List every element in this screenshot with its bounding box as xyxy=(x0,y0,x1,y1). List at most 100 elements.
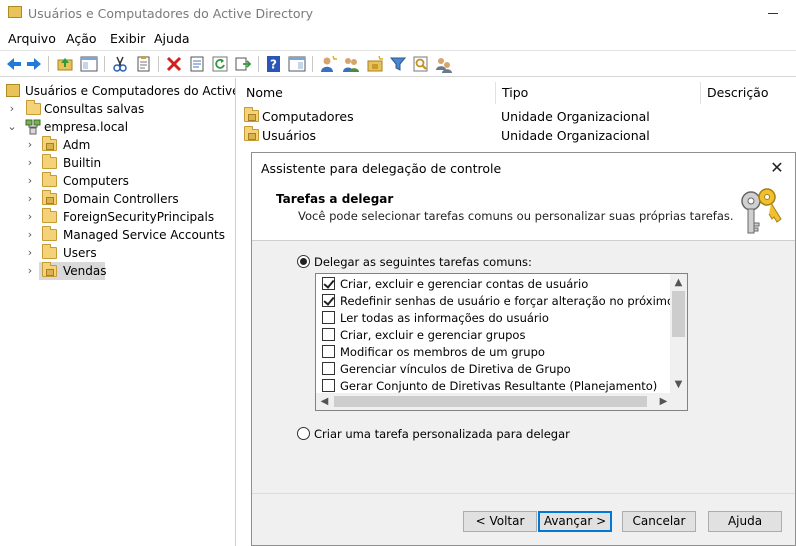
add-to-group-icon[interactable] xyxy=(435,55,453,73)
task-checkbox[interactable] xyxy=(322,345,335,358)
tree-item-managed-service-accounts[interactable]: › Managed Service Accounts xyxy=(24,226,234,244)
toolbar-separator xyxy=(258,56,259,72)
tree-item-foreign-security-principals[interactable]: › ForeignSecurityPrincipals xyxy=(24,208,229,226)
folder-icon xyxy=(42,244,57,259)
tree-item-label: Managed Service Accounts xyxy=(63,228,225,242)
menu-arquivo[interactable]: Arquivo xyxy=(8,31,56,46)
export-list-icon[interactable] xyxy=(234,55,252,73)
up-folder-icon[interactable] xyxy=(56,55,74,73)
task-checkbox[interactable] xyxy=(322,379,335,392)
close-button[interactable]: ✕ xyxy=(765,157,789,179)
help-icon[interactable]: ? xyxy=(265,55,283,73)
chevron-right-icon[interactable]: › xyxy=(6,103,18,115)
horizontal-scrollbar[interactable]: ◀ ▶ xyxy=(316,393,672,410)
chevron-right-icon[interactable]: › xyxy=(24,193,36,205)
scroll-up-arrow-icon[interactable]: ▲ xyxy=(670,274,687,291)
chevron-right-icon[interactable]: › xyxy=(24,139,36,151)
tree-root-item[interactable]: Usuários e Computadores do Active Dir xyxy=(6,82,236,100)
delete-icon[interactable] xyxy=(165,55,183,73)
show-pane-icon[interactable] xyxy=(288,55,306,73)
tree-item-users[interactable]: › Users xyxy=(24,244,224,262)
scrollbar-corner xyxy=(670,393,687,410)
menu-acao[interactable]: Ação xyxy=(66,31,97,46)
ou-folder-icon xyxy=(42,136,57,151)
delegation-wizard-dialog: Assistente para delegação de controle ✕ … xyxy=(251,152,796,546)
radio-common-tasks-label[interactable]: Delegar as seguintes tarefas comuns: xyxy=(314,255,532,269)
task-label: Gerar Conjunto de Diretivas Resultante (… xyxy=(340,379,658,393)
task-label: Criar, excluir e gerenciar contas de usu… xyxy=(340,277,589,291)
chevron-right-icon[interactable]: › xyxy=(24,247,36,259)
refresh-icon[interactable] xyxy=(211,55,229,73)
list-cell-name: Usuários xyxy=(262,128,317,143)
help-button[interactable]: Ajuda xyxy=(708,511,782,532)
find-icon[interactable] xyxy=(412,55,430,73)
scroll-down-arrow-icon[interactable]: ▼ xyxy=(670,376,687,393)
column-tipo[interactable]: Tipo xyxy=(496,82,701,104)
cancel-button[interactable]: Cancelar xyxy=(622,511,696,532)
new-group-icon[interactable] xyxy=(342,55,360,73)
chevron-right-icon[interactable]: › xyxy=(24,211,36,223)
tree-item-label: ForeignSecurityPrincipals xyxy=(63,210,215,224)
column-descricao[interactable]: Descrição xyxy=(701,82,796,104)
forward-arrow-icon[interactable] xyxy=(25,55,43,73)
toolbar: ? xyxy=(0,50,796,77)
back-button[interactable]: < Voltar xyxy=(463,511,537,532)
folder-icon xyxy=(26,100,41,115)
minimize-button[interactable] xyxy=(760,2,790,22)
folder-icon xyxy=(42,226,57,241)
chevron-right-icon[interactable]: › xyxy=(24,175,36,187)
menu-exibir[interactable]: Exibir xyxy=(110,31,145,46)
back-arrow-icon[interactable] xyxy=(5,55,23,73)
task-checkbox[interactable] xyxy=(322,362,335,375)
tree-item-domain[interactable]: ⌄ empresa.local xyxy=(6,118,226,136)
tree-item-label: Computers xyxy=(63,174,129,188)
dialog-title-bar: Assistente para delegação de controle ✕ xyxy=(252,153,795,183)
folder-icon xyxy=(42,154,57,169)
copy-icon[interactable] xyxy=(135,55,153,73)
console-tree[interactable]: Usuários e Computadores do Active Dir › … xyxy=(0,78,236,546)
list-cell-type: Unidade Organizacional xyxy=(501,128,650,143)
dialog-header: Tarefas a delegar Você pode selecionar t… xyxy=(252,183,795,241)
properties-icon[interactable] xyxy=(188,55,206,73)
radio-custom-task-label[interactable]: Criar uma tarefa personalizada para dele… xyxy=(314,427,570,441)
list-row[interactable]: Computadores Unidade Organizacional xyxy=(244,107,794,125)
tree-root-label: Usuários e Computadores do Active Dir xyxy=(25,84,236,98)
new-user-icon[interactable] xyxy=(319,55,337,73)
title-bar: Usuários e Computadores do Active Direct… xyxy=(0,0,796,28)
filter-icon[interactable] xyxy=(389,55,407,73)
ou-folder-icon xyxy=(244,107,259,122)
new-ou-icon[interactable] xyxy=(366,55,384,73)
vertical-scrollbar[interactable]: ▲ ▼ xyxy=(670,274,687,393)
tree-item-domain-controllers[interactable]: › Domain Controllers xyxy=(24,190,224,208)
task-checkbox[interactable] xyxy=(322,294,335,307)
chevron-down-icon[interactable]: ⌄ xyxy=(6,121,18,133)
keys-icon xyxy=(741,188,782,234)
list-row[interactable]: Usuários Unidade Organizacional xyxy=(244,126,794,144)
chevron-right-icon[interactable]: › xyxy=(24,157,36,169)
task-checkbox[interactable] xyxy=(322,328,335,341)
task-checkbox[interactable] xyxy=(322,277,335,290)
radio-custom-task[interactable] xyxy=(297,427,310,440)
tree-item-label: Consultas salvas xyxy=(44,102,145,116)
common-tasks-list[interactable]: Criar, excluir e gerenciar contas de usu… xyxy=(315,273,688,411)
scroll-thumb[interactable] xyxy=(334,396,647,407)
chevron-right-icon[interactable]: › xyxy=(24,229,36,241)
scroll-thumb[interactable] xyxy=(672,291,685,337)
tree-item-computers[interactable]: › Computers xyxy=(24,172,224,190)
scroll-left-arrow-icon[interactable]: ◀ xyxy=(316,393,333,410)
task-checkbox[interactable] xyxy=(322,311,335,324)
tree-item-adm[interactable]: › Adm xyxy=(24,136,224,154)
cut-icon[interactable] xyxy=(111,55,129,73)
menu-ajuda[interactable]: Ajuda xyxy=(154,31,190,46)
tree-item-vendas[interactable]: › Vendas xyxy=(24,262,224,280)
tree-item-builtin[interactable]: › Builtin xyxy=(24,154,224,172)
tree-item-saved-queries[interactable]: › Consultas salvas xyxy=(6,100,226,118)
toolbar-separator xyxy=(104,56,105,72)
next-button[interactable]: Avançar > xyxy=(538,511,612,532)
window-title: Usuários e Computadores do Active Direct… xyxy=(28,6,314,21)
chevron-right-icon[interactable]: › xyxy=(24,265,36,277)
radio-common-tasks[interactable] xyxy=(297,255,310,268)
column-nome[interactable]: Nome xyxy=(240,82,496,104)
console-tree-icon[interactable] xyxy=(80,55,98,73)
toolbar-separator xyxy=(48,56,49,72)
